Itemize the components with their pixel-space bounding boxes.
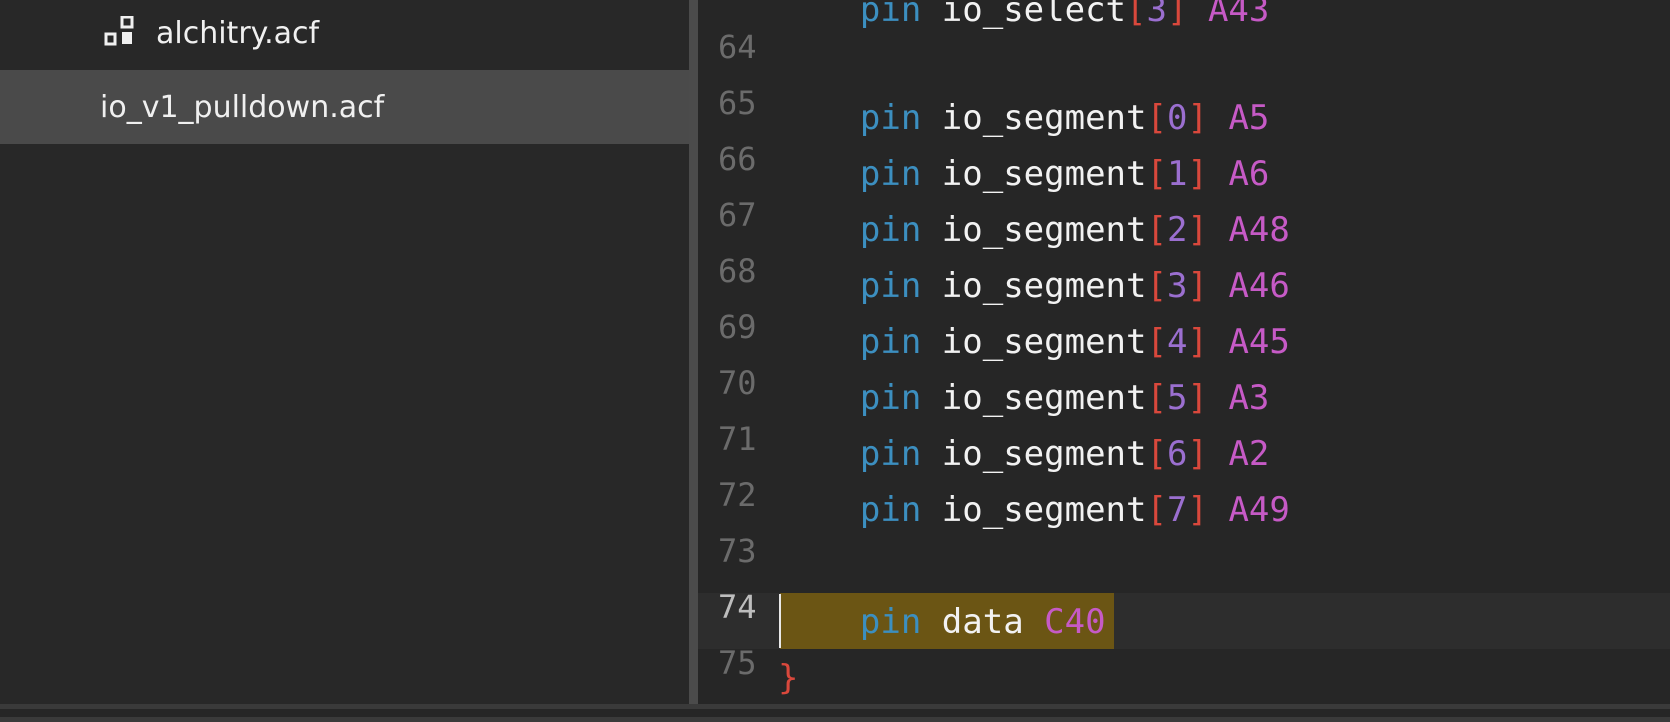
code-line: pin io_segment[6] A2 bbox=[859, 434, 1270, 474]
code-line: pin io_segment[1] A6 bbox=[859, 154, 1270, 194]
line-number: 72 bbox=[718, 476, 757, 514]
line-number: 71 bbox=[718, 420, 757, 458]
line-number: 64 bbox=[718, 28, 757, 66]
line-number: 67 bbox=[718, 196, 757, 234]
code-line: pin io_segment[2] A48 bbox=[859, 210, 1290, 250]
line-number-active: 74 bbox=[718, 588, 757, 626]
code-editor[interactable]: 64 65 66 67 68 69 70 71 72 73 74 75 pin … bbox=[698, 0, 1670, 704]
line-number: 70 bbox=[718, 364, 757, 402]
line-number: 68 bbox=[718, 252, 757, 290]
panel-divider[interactable] bbox=[689, 0, 698, 704]
tree-item-io-v1-pulldown-acf[interactable]: io_v1_pulldown.acf bbox=[0, 70, 689, 144]
line-number: 69 bbox=[718, 308, 757, 346]
line-number: 75 bbox=[718, 644, 757, 682]
code-line-active: pin data C40 bbox=[859, 602, 1106, 642]
text-caret bbox=[779, 594, 781, 648]
code-line: pin io_segment[5] A3 bbox=[859, 378, 1270, 418]
line-number: 65 bbox=[718, 84, 757, 122]
code-line: pin io_segment[0] A5 bbox=[859, 98, 1270, 138]
code-line-closing-brace: } bbox=[778, 658, 799, 698]
settings-file-icon bbox=[104, 16, 134, 46]
scrollbar-thumb[interactable] bbox=[0, 709, 1670, 717]
code-line: pin io_segment[3] A46 bbox=[859, 266, 1290, 306]
code-line-partial: pin io_select[3] A43 bbox=[859, 0, 1270, 30]
file-tree: alchitry.acf io_v1_pulldown.acf bbox=[0, 0, 689, 704]
horizontal-scrollbar[interactable] bbox=[0, 704, 1670, 722]
tree-item-label: alchitry.acf bbox=[156, 15, 320, 51]
tree-item-alchitry-acf[interactable]: alchitry.acf bbox=[0, 0, 689, 70]
code-line: pin io_segment[7] A49 bbox=[859, 490, 1290, 530]
code-line: pin io_segment[4] A45 bbox=[859, 322, 1290, 362]
tree-item-label: io_v1_pulldown.acf bbox=[100, 89, 385, 125]
line-number: 73 bbox=[718, 532, 757, 570]
line-number: 66 bbox=[718, 140, 757, 178]
